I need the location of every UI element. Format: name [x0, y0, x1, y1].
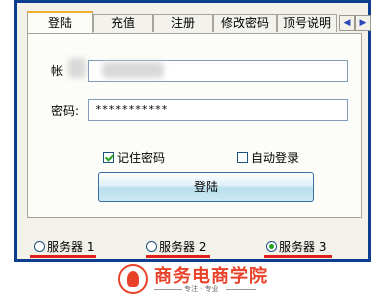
- login-window: 登陆 充值 注册 修改密码 顶号说明 ◀ ▶ 帐 密码: ***********…: [14, 0, 371, 262]
- chevron-left-icon[interactable]: ◀: [339, 15, 355, 31]
- password-input[interactable]: ***********: [88, 99, 348, 121]
- server-2-radio[interactable]: 服务器 2: [146, 238, 206, 255]
- server-2-underline: [146, 255, 210, 258]
- radio-unselected-icon: [146, 241, 157, 252]
- redaction-blur: [68, 58, 86, 78]
- window-body: 登陆 充值 注册 修改密码 顶号说明 ◀ ▶ 帐 密码: ***********…: [17, 3, 371, 259]
- server-1-underline: [30, 255, 96, 258]
- tab-register[interactable]: 注册: [153, 14, 213, 32]
- logo-emblem-icon: [118, 264, 148, 294]
- radio-selected-icon: [266, 241, 277, 252]
- tab-recharge[interactable]: 充值: [93, 14, 153, 32]
- account-label: 帐: [51, 64, 64, 78]
- account-redaction: [102, 62, 164, 78]
- auto-login-label: 自动登录: [251, 151, 300, 165]
- login-button[interactable]: 登陆: [98, 172, 314, 202]
- checkbox-unchecked-icon: [237, 152, 248, 163]
- tab-change-password[interactable]: 修改密码: [213, 14, 277, 32]
- password-label: 密码:: [51, 104, 80, 118]
- tab-login[interactable]: 登陆: [27, 11, 93, 33]
- logo-divider-right: [226, 289, 256, 290]
- tab-kickout-help[interactable]: 顶号说明: [277, 14, 337, 32]
- tab-bar: 登陆 充值 注册 修改密码 顶号说明 ◀ ▶: [27, 11, 371, 33]
- server-3-underline: [264, 255, 332, 258]
- checkbox-checked-icon: [103, 152, 114, 163]
- chevron-right-icon[interactable]: ▶: [355, 15, 371, 31]
- server-3-label: 服务器 3: [279, 240, 327, 254]
- remember-password-label: 记住密码: [117, 151, 166, 165]
- brand-logo: 商务电商学院 专注 · 专业: [118, 262, 278, 298]
- server-2-label: 服务器 2: [159, 240, 207, 254]
- login-panel: 帐 密码: *********** 记住密码 自动登录 登陆: [27, 33, 362, 218]
- radio-unselected-icon: [34, 241, 45, 252]
- server-3-radio[interactable]: 服务器 3: [266, 238, 326, 255]
- server-1-label: 服务器 1: [47, 240, 95, 254]
- remember-password-checkbox[interactable]: 记住密码: [103, 149, 165, 166]
- server-1-radio[interactable]: 服务器 1: [34, 238, 94, 255]
- logo-divider-left: [154, 289, 182, 290]
- auto-login-checkbox[interactable]: 自动登录: [237, 149, 299, 166]
- logo-subtitle: 专注 · 专业: [184, 285, 219, 293]
